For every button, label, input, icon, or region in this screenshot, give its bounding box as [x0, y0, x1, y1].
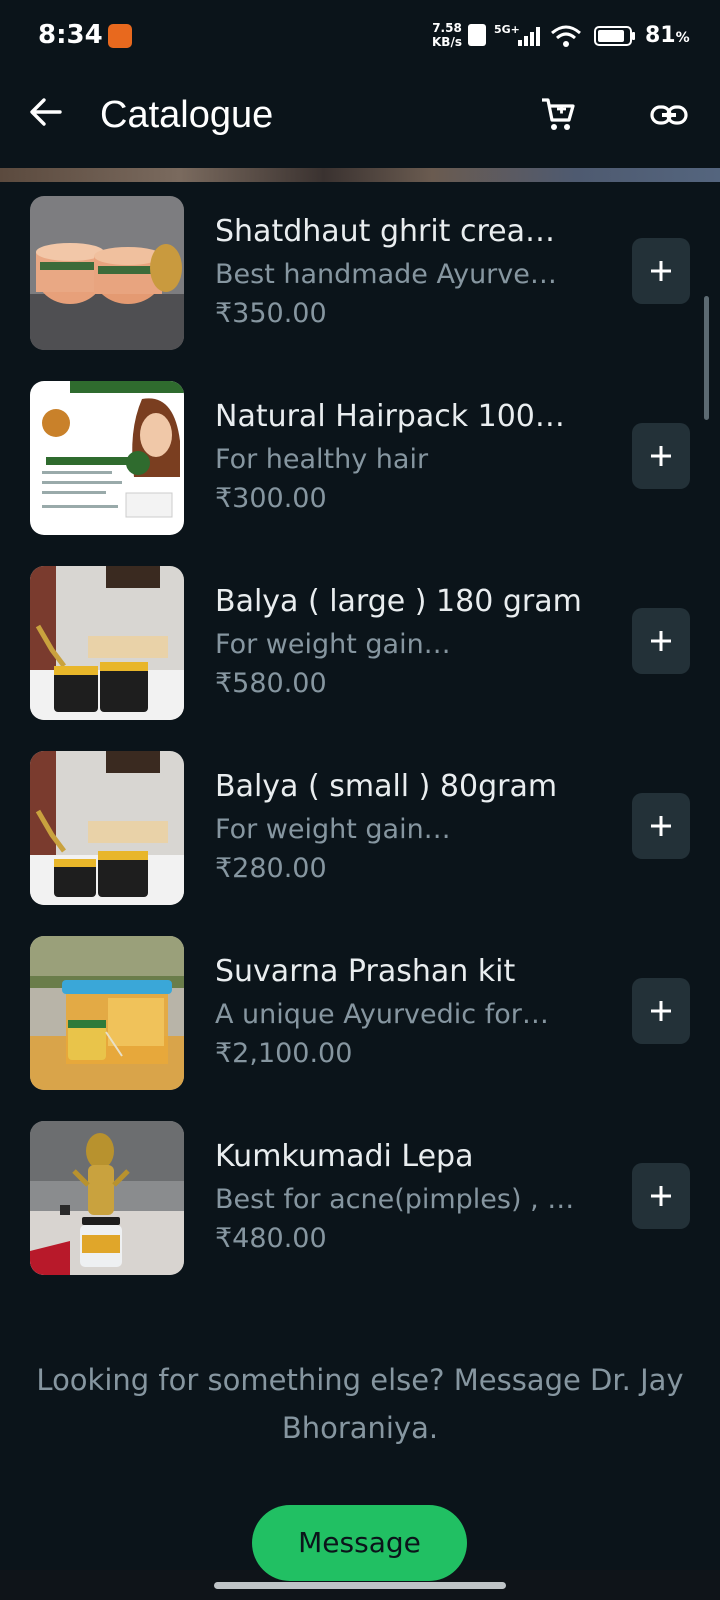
- add-to-cart-button[interactable]: [632, 1163, 690, 1229]
- plus-icon: [651, 446, 671, 466]
- catalogue-cover-image: [0, 168, 720, 182]
- signal-icon: 5G+: [494, 23, 540, 46]
- product-price: ₹480.00: [215, 1223, 327, 1254]
- page-title: Catalogue: [100, 94, 274, 136]
- product-thumbnail: [30, 381, 184, 535]
- plus-icon: [651, 631, 671, 651]
- status-time: 8:34: [38, 20, 103, 50]
- cart-icon[interactable]: [540, 96, 576, 132]
- add-to-cart-button[interactable]: [632, 608, 690, 674]
- product-item-kumkumadi-lepa[interactable]: Kumkumadi Lepa Best for acne(pimples) , …: [0, 1121, 720, 1277]
- plus-icon: [651, 1186, 671, 1206]
- product-item-natural-hairpack[interactable]: Natural Hairpack 100… For healthy hair ₹…: [0, 381, 720, 537]
- contact-prompt: Looking for something else? Message Dr. …: [36, 1363, 684, 1445]
- gesture-handle[interactable]: [214, 1582, 506, 1589]
- product-description: For healthy hair: [215, 444, 429, 475]
- product-name: Natural Hairpack 100…: [215, 399, 565, 434]
- network-speed-value: 7.58: [432, 21, 462, 35]
- battery-percent: 81%: [645, 23, 690, 48]
- product-description: Best for acne(pimples) , …: [215, 1184, 575, 1215]
- product-price: ₹2,100.00: [215, 1038, 353, 1069]
- scrollbar[interactable]: [704, 296, 709, 420]
- network-type: 5G+: [494, 23, 520, 36]
- product-thumbnail: [30, 1121, 184, 1275]
- product-name: Suvarna Prashan kit: [215, 954, 516, 989]
- product-thumbnail: [30, 196, 184, 350]
- add-to-cart-button[interactable]: [632, 423, 690, 489]
- network-speed-unit: KB/s: [432, 35, 462, 49]
- product-thumbnail: [30, 566, 184, 720]
- plus-icon: [651, 261, 671, 281]
- product-name: Kumkumadi Lepa: [215, 1139, 474, 1174]
- product-name: Balya ( small ) 80gram: [215, 769, 558, 804]
- product-description: Best handmade Ayurve…: [215, 259, 557, 290]
- add-to-cart-button[interactable]: [632, 793, 690, 859]
- product-price: ₹300.00: [215, 483, 327, 514]
- product-price: ₹280.00: [215, 853, 327, 884]
- battery-icon: [594, 26, 635, 46]
- wifi-icon: [551, 25, 581, 47]
- link-icon[interactable]: [650, 100, 688, 130]
- plus-icon: [651, 1001, 671, 1021]
- product-thumbnail: [30, 751, 184, 905]
- product-description: For weight gain…: [215, 629, 451, 660]
- product-item-balya-large[interactable]: Balya ( large ) 180 gram For weight gain…: [0, 566, 720, 722]
- product-item-shatdhaut-ghrit[interactable]: Shatdhaut ghrit crea… Best handmade Ayur…: [0, 196, 720, 352]
- add-to-cart-button[interactable]: [632, 978, 690, 1044]
- app-header: Catalogue: [0, 72, 720, 168]
- product-item-suvarna-prashan-kit[interactable]: Suvarna Prashan kit A unique Ayurvedic f…: [0, 936, 720, 1092]
- battery-percent-unit: %: [675, 30, 690, 46]
- back-arrow-icon[interactable]: [28, 94, 64, 130]
- product-name: Balya ( large ) 180 gram: [215, 584, 582, 619]
- network-speed: 7.58 KB/s: [432, 21, 462, 49]
- battery-percent-value: 81: [645, 23, 676, 48]
- notification-app-icon: [108, 24, 132, 48]
- product-price: ₹580.00: [215, 668, 327, 699]
- add-to-cart-button[interactable]: [632, 238, 690, 304]
- product-price: ₹350.00: [215, 298, 327, 329]
- product-item-balya-small[interactable]: Balya ( small ) 80gram For weight gain… …: [0, 751, 720, 907]
- product-description: For weight gain…: [215, 814, 451, 845]
- product-name: Shatdhaut ghrit crea…: [215, 214, 555, 249]
- product-description: A unique Ayurvedic for…: [215, 999, 549, 1030]
- plus-icon: [651, 816, 671, 836]
- product-thumbnail: [30, 936, 184, 1090]
- volte-icon: [468, 24, 486, 46]
- status-bar: 8:34 7.58 KB/s 5G+ 81%: [0, 0, 720, 72]
- message-button[interactable]: Message: [252, 1505, 467, 1581]
